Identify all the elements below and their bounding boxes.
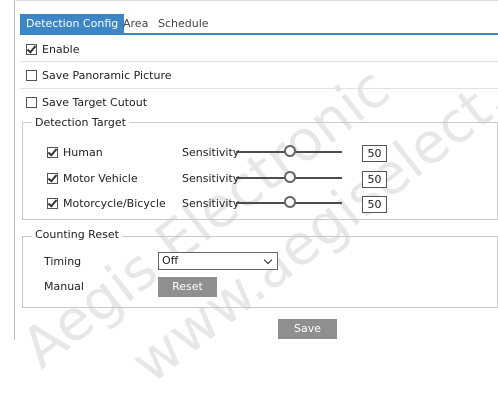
tab-detection-config[interactable]: Detection Config	[20, 14, 125, 33]
motorcycle-bicycle-label: Motorcycle/Bicycle	[63, 197, 166, 210]
motor-vehicle-label: Motor Vehicle	[63, 172, 138, 185]
human-sensitivity-label: Sensitivity	[182, 146, 240, 159]
tabs-underline	[20, 33, 498, 35]
row-divider	[20, 61, 498, 62]
detection-target-legend: Detection Target	[32, 116, 129, 129]
save-panoramic-checkbox[interactable]	[26, 70, 37, 81]
motorcycle-bicycle-sensitivity-label: Sensitivity	[182, 197, 240, 210]
panel-top-border	[14, 0, 498, 1]
enable-label: Enable	[42, 43, 80, 56]
human-checkbox[interactable]	[47, 147, 58, 158]
motorcycle-bicycle-checkbox[interactable]	[47, 198, 58, 209]
timing-select[interactable]: Off	[158, 252, 278, 270]
motorcycle-bicycle-sensitivity-value[interactable]: 50	[362, 196, 387, 213]
save-button[interactable]: Save	[278, 319, 337, 339]
save-target-cutout-label: Save Target Cutout	[42, 96, 148, 109]
human-sensitivity-slider-handle[interactable]	[284, 145, 296, 157]
manual-label: Manual	[44, 280, 84, 293]
motor-vehicle-sensitivity-value[interactable]: 50	[362, 171, 387, 188]
tab-schedule[interactable]: Schedule	[158, 14, 209, 33]
chevron-down-icon	[263, 255, 273, 265]
tab-area[interactable]: Area	[123, 14, 148, 33]
reset-button[interactable]: Reset	[158, 277, 217, 297]
motor-vehicle-checkbox[interactable]	[47, 173, 58, 184]
row-divider	[20, 88, 498, 89]
save-panoramic-label: Save Panoramic Picture	[42, 69, 172, 82]
motor-vehicle-sensitivity-label: Sensitivity	[182, 172, 240, 185]
human-sensitivity-value[interactable]: 50	[362, 145, 387, 162]
enable-checkbox[interactable]	[26, 44, 37, 55]
timing-select-value: Off	[162, 254, 179, 267]
human-label: Human	[63, 146, 103, 159]
save-target-cutout-checkbox[interactable]	[26, 97, 37, 108]
timing-label: Timing	[44, 255, 82, 268]
motorcycle-bicycle-sensitivity-slider-handle[interactable]	[284, 196, 296, 208]
counting-reset-group	[22, 236, 498, 308]
motor-vehicle-sensitivity-slider-handle[interactable]	[284, 171, 296, 183]
counting-reset-legend: Counting Reset	[32, 228, 122, 241]
panel-left-border	[14, 0, 15, 340]
